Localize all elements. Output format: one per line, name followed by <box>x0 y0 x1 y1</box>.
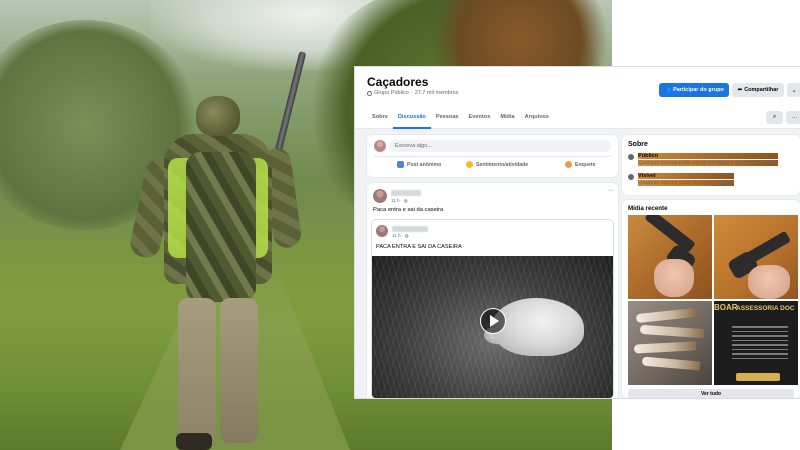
about-heading: Sobre <box>628 141 648 148</box>
hunter-boot <box>176 433 212 450</box>
revolver <box>644 215 696 253</box>
hunter-leg <box>178 298 216 448</box>
join-group-button[interactable]: 👥 Participar do grupo <box>659 83 729 97</box>
header-more-button[interactable]: ⌄ <box>787 83 800 97</box>
visible-title: Visível <box>638 173 735 179</box>
recent-media-heading: Mídia recente <box>628 205 668 212</box>
post-time-label: 11 h · <box>391 198 404 203</box>
post-options-button[interactable]: ··· <box>607 187 614 194</box>
media-thumbnail-horns[interactable] <box>628 301 712 385</box>
anonymous-post-icon <box>397 161 404 168</box>
share-icon: ➦ <box>737 87 743 93</box>
globe-icon <box>628 154 634 160</box>
share-button[interactable]: ➦ Compartilhar <box>732 83 784 97</box>
avatar[interactable] <box>373 189 387 203</box>
author-name-blurred[interactable] <box>391 190 421 196</box>
hand <box>654 259 694 297</box>
ad-contact-button <box>736 373 780 381</box>
visible-row: Visível Qualquer pessoa pode encontrar o… <box>628 173 735 186</box>
post-text: Paca entra e sai da caseira <box>373 207 444 213</box>
anonymous-post-button[interactable]: Post anônimo <box>397 161 441 168</box>
public-description: Qualquer pessoa pode ver os membros e os… <box>638 160 778 166</box>
post-composer: Escreva algo... Post anônimo Sentimento/… <box>367 135 618 177</box>
post-time[interactable]: 11 h · ◍ <box>391 198 408 204</box>
ad-text-lines <box>732 323 788 362</box>
group-members[interactable]: 27,7 mil membros <box>415 90 459 96</box>
group-privacy: Grupo Público <box>374 90 409 96</box>
tab-midia[interactable]: Mídia <box>495 107 519 129</box>
tab-discussao[interactable]: Discussão <box>392 107 431 129</box>
media-thumbnail-ad[interactable]: BOAR ASSESSORIA DOC <box>714 301 798 385</box>
hunter-figure <box>127 48 308 450</box>
feeling-activity-label: Sentimento/atividade <box>476 161 529 168</box>
join-group-label: Participar do grupo <box>673 87 724 93</box>
hunter-head <box>196 96 240 136</box>
shared-post-time-label: 11 h · <box>392 233 405 238</box>
visible-description: Qualquer pessoa pode encontrar o grupo. <box>638 180 735 186</box>
facebook-group-panel: Caçadores Grupo Público · 27,7 mil membr… <box>355 67 800 398</box>
shared-post-time: 11 h · ◍ <box>392 233 409 239</box>
globe-icon <box>367 90 372 96</box>
group-meta: Grupo Público · 27,7 mil membros <box>367 90 458 96</box>
public-title: Público <box>638 153 778 159</box>
poll-icon <box>565 161 572 168</box>
avatar <box>374 140 386 152</box>
meta-separator: · <box>410 90 413 96</box>
feeling-activity-button[interactable]: Sentimento/atividade <box>466 161 528 168</box>
tab-pessoas[interactable]: Pessoas <box>431 107 464 129</box>
anonymous-post-label: Post anônimo <box>407 161 442 168</box>
powder-horn <box>635 307 697 324</box>
group-tabs: Sobre Discussão Pessoas Eventos Mídia Ar… <box>367 107 554 129</box>
shared-post[interactable]: 11 h · ◍ PACA ENTRA E SAI DA CASEIRA <box>371 219 614 398</box>
shared-author-name-blurred[interactable] <box>392 226 428 232</box>
join-icon: 👥 <box>664 87 672 93</box>
camo-backpack <box>186 152 256 302</box>
see-all-button[interactable]: Ver tudo <box>628 389 794 398</box>
search-icon: ⌕ <box>772 114 777 120</box>
divider <box>374 156 611 157</box>
more-dots-icon: ··· <box>791 114 798 121</box>
hunter-leg <box>220 298 258 443</box>
play-button[interactable] <box>480 308 506 334</box>
poll-label: Enquete <box>575 161 596 168</box>
composer-input[interactable]: Escreva algo... <box>389 140 611 152</box>
paca-animal <box>492 298 584 356</box>
globe-icon: ◍ <box>404 233 409 238</box>
avatar <box>376 225 388 237</box>
tab-arquivos[interactable]: Arquivos <box>520 107 554 129</box>
ad-title: ASSESSORIA DOC <box>736 305 795 312</box>
share-label: Compartilhar <box>744 87 779 93</box>
tab-eventos[interactable]: Eventos <box>464 107 496 129</box>
group-header: Caçadores Grupo Público · 27,7 mil membr… <box>355 67 800 129</box>
media-thumbnail-revolver[interactable] <box>628 215 712 299</box>
more-options-button[interactable]: ··· <box>786 111 800 124</box>
powder-horn <box>639 324 705 339</box>
feed-post: 11 h · ◍ ··· Paca entra e sai da caseira… <box>367 183 618 398</box>
hand <box>748 265 790 299</box>
powder-horn <box>633 341 697 354</box>
recent-media-card: Mídia recente BOAR ASSESSORIA DOC Ver tu… <box>622 200 800 398</box>
poll-button[interactable]: Enquete <box>565 161 595 168</box>
chevron-down-icon: ⌄ <box>791 87 797 94</box>
play-icon <box>490 315 499 327</box>
feeling-icon <box>466 161 473 168</box>
shared-post-text: PACA ENTRA E SAI DA CASEIRA <box>376 244 462 250</box>
video-player[interactable] <box>372 256 613 398</box>
group-title[interactable]: Caçadores <box>367 75 428 89</box>
eye-icon <box>628 174 634 180</box>
search-button[interactable]: ⌕ <box>766 111 783 124</box>
powder-horn <box>641 356 701 371</box>
ad-logo: BOAR <box>714 303 738 312</box>
about-card: Sobre Público Qualquer pessoa pode ver o… <box>622 135 800 195</box>
tab-sobre[interactable]: Sobre <box>367 107 393 129</box>
globe-icon: ◍ <box>403 198 408 203</box>
public-row: Público Qualquer pessoa pode ver os memb… <box>628 153 778 166</box>
media-thumbnail-revolver[interactable] <box>714 215 798 299</box>
